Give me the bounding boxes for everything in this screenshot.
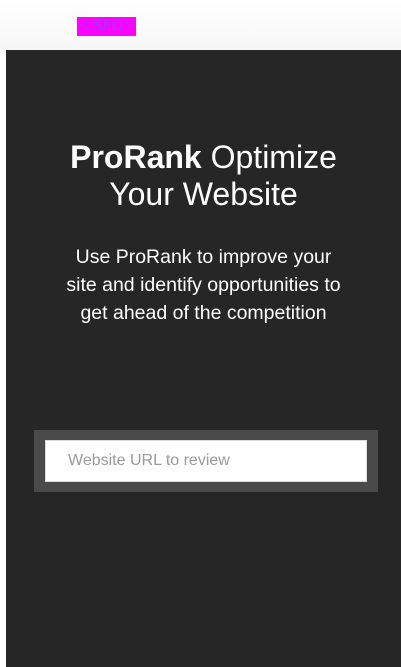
headline-line1-rest: Optimize [201, 139, 337, 175]
url-input-frame [34, 430, 378, 492]
headline-line2: Your Website [109, 176, 298, 212]
website-url-input[interactable] [45, 440, 367, 482]
headline-brand: ProRank [70, 139, 202, 175]
description-line2: site and identify opportunities to [66, 274, 341, 296]
description-line1: Use ProRank to improve your [75, 246, 332, 268]
hero-description: Use ProRank to improve your site and ide… [6, 243, 401, 327]
seo-logo[interactable]: </SEO> [77, 17, 136, 36]
hero-section: ProRank Optimize Your Website Use ProRan… [6, 50, 401, 667]
top-header-bar: </SEO> [0, 0, 401, 50]
page: </SEO> ProRank Optimize Your Website Use… [0, 0, 401, 667]
hero-headline: ProRank Optimize Your Website [6, 139, 401, 213]
description-line3: get ahead of the competition [80, 302, 327, 324]
